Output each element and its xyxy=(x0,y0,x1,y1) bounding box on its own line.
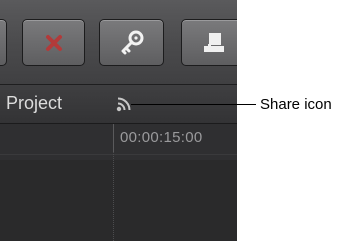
export-icon xyxy=(204,32,224,52)
key-icon xyxy=(121,30,143,54)
keyword-button[interactable] xyxy=(99,19,164,66)
reject-button[interactable] xyxy=(22,19,85,66)
callout-leader-line xyxy=(131,104,256,105)
project-title: Project xyxy=(6,93,63,113)
partial-toolbar-button[interactable] xyxy=(0,19,7,66)
timeline-area[interactable] xyxy=(0,160,237,241)
app-window: Project 00:00:15:00 xyxy=(0,0,237,241)
callout-label: Share icon xyxy=(260,96,332,113)
timeline-ruler[interactable]: 00:00:15:00 xyxy=(0,124,237,160)
timeline-guide-line xyxy=(113,152,114,241)
toolbar xyxy=(0,0,237,85)
reject-x-icon xyxy=(45,34,62,51)
ruler-timecode: 00:00:15:00 xyxy=(120,129,203,146)
ruler-tick xyxy=(113,124,114,152)
export-button[interactable] xyxy=(181,19,237,66)
ruler-baseline xyxy=(0,154,237,155)
